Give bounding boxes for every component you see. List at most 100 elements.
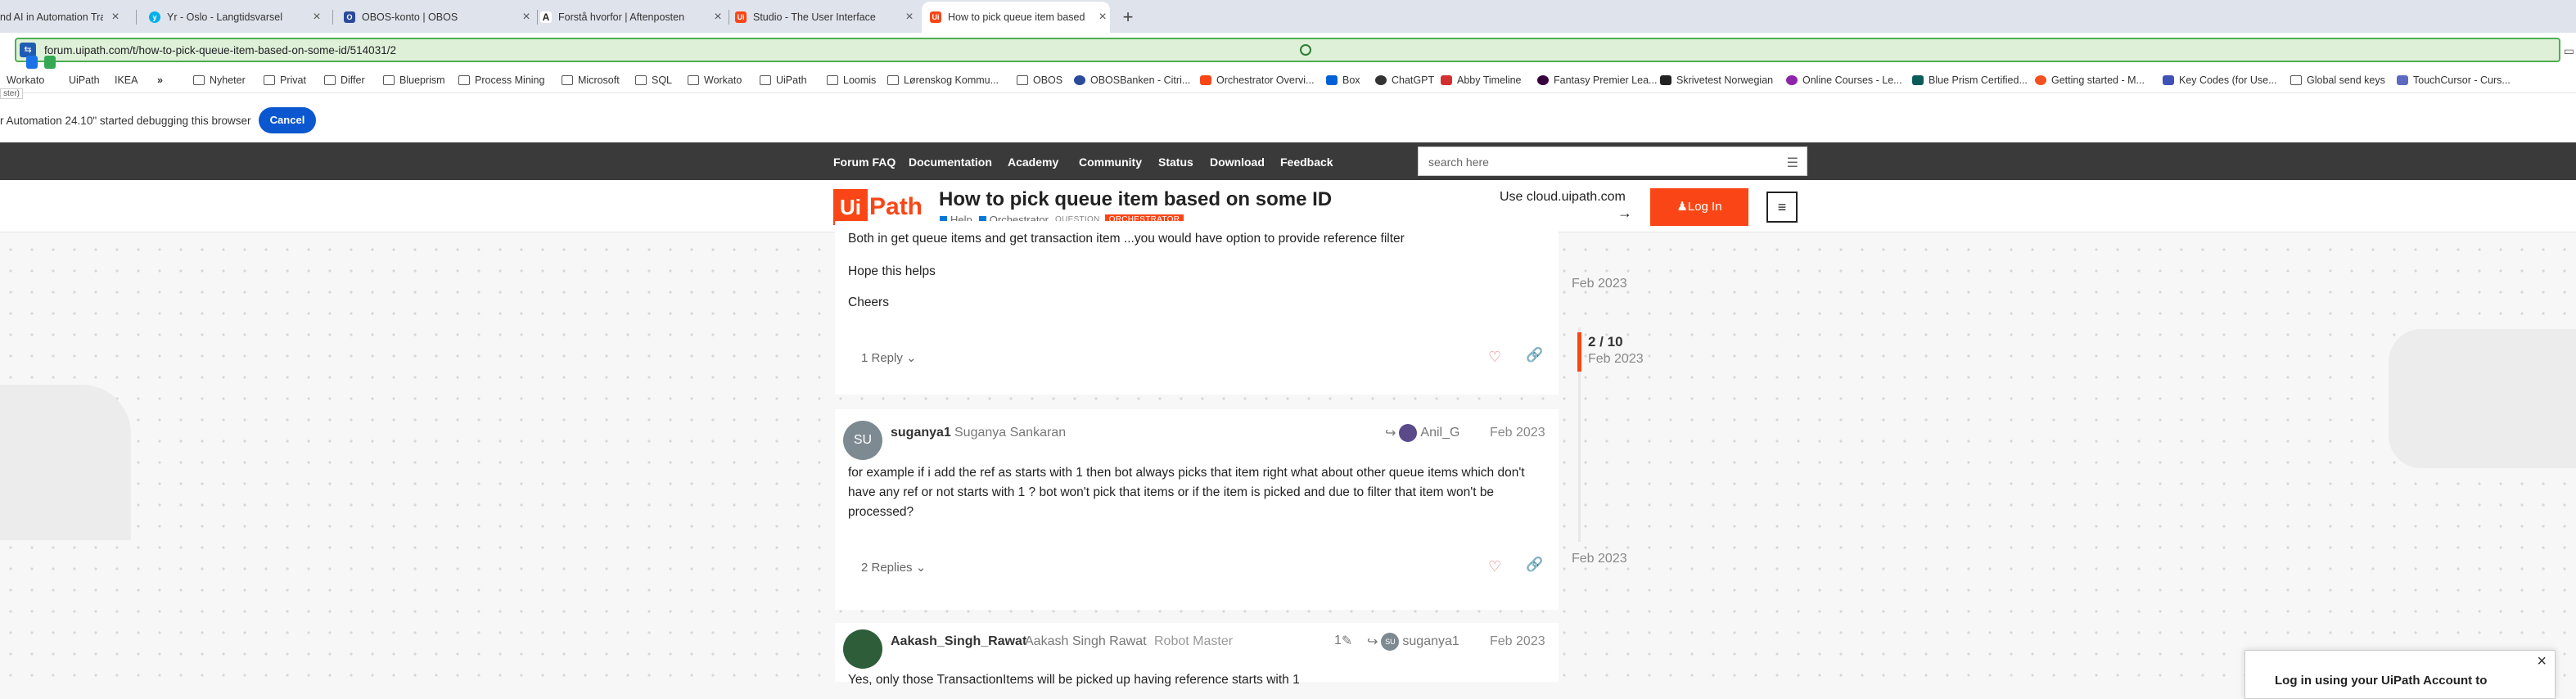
like-icon[interactable]: ♡ (1488, 558, 1501, 575)
folder-icon (324, 75, 336, 85)
folder-icon (688, 75, 699, 85)
address-bar[interactable]: ⇆ forum.uipath.com/t/how-to-pick-queue-i… (15, 38, 2560, 62)
browser-tab[interactable]: O OBOS-konto | OBOS × (344, 3, 534, 31)
nav-academy[interactable]: Academy (1008, 156, 1058, 169)
post-date[interactable]: Feb 2023 (1490, 426, 1545, 440)
browser-tab-active[interactable]: Ui How to pick queue item based × (922, 2, 1110, 33)
bookmark-item[interactable]: Orchestrator Overvi... (1200, 74, 1314, 86)
close-icon[interactable]: × (711, 10, 725, 25)
close-icon[interactable]: × (108, 10, 123, 25)
reply-to-indicator[interactable]: ↪ SU suganya1 (1367, 633, 1459, 651)
url-text[interactable]: forum.uipath.com/t/how-to-pick-queue-ite… (44, 44, 396, 56)
edit-history-indicator[interactable]: 1 ✎ (1334, 633, 1352, 649)
close-icon[interactable]: × (1095, 10, 1110, 25)
hamburger-menu-icon[interactable]: ≡ (1766, 192, 1798, 223)
timeline-end-date[interactable]: Feb 2023 (1572, 552, 1627, 566)
close-icon[interactable]: × (902, 10, 917, 25)
post-username[interactable]: suganya1 (891, 426, 951, 440)
nav-feedback[interactable]: Feedback (1280, 156, 1333, 169)
avatar: SU (1381, 633, 1400, 651)
browser-tab[interactable]: Ui Studio - The User Interface × (735, 3, 917, 31)
share-link-icon[interactable]: 🔗 (1526, 557, 1543, 573)
new-tab-button[interactable]: + (1117, 7, 1139, 28)
bookmark-label: Workato (704, 74, 742, 86)
avatar[interactable]: SU (843, 421, 882, 460)
bookmark-item[interactable]: TouchCursor - Curs... (2397, 74, 2511, 86)
browser-tab[interactable]: y Yr - Oslo - Langtidsvarsel × (149, 3, 324, 31)
bookmark-item[interactable]: IKEA (115, 74, 138, 86)
bookmark-folder[interactable]: Microsoft (562, 74, 620, 86)
post-username[interactable]: Aakash_Singh_Rawat (891, 634, 1026, 649)
bookmark-item[interactable]: Workato (7, 74, 44, 86)
bookmark-folder[interactable]: OBOS (1017, 74, 1062, 86)
share-link-icon[interactable]: 🔗 (1526, 347, 1543, 363)
bookmark-folder[interactable]: Workato (688, 74, 742, 86)
bookmark-folder[interactable]: Differ (324, 74, 365, 86)
nav-community[interactable]: Community (1079, 156, 1142, 169)
arrow-right-icon[interactable]: → (1617, 205, 1632, 222)
browser-tab[interactable]: A Forstå hvorfor | Aftenposten × (540, 3, 725, 31)
timeline-start-date[interactable]: Feb 2023 (1572, 277, 1627, 291)
nav-documentation[interactable]: Documentation (909, 156, 992, 169)
bookmark-item[interactable]: Abby Timeline (1441, 74, 1522, 86)
bookmark-folder[interactable]: UiPath (760, 74, 807, 86)
timeline-handle[interactable] (1577, 332, 1581, 372)
bookmark-label: Loomis (843, 74, 877, 86)
tab-label: nd AI in Automation Trai (0, 11, 103, 23)
folder-icon (635, 75, 647, 85)
nav-forum-faq[interactable]: Forum FAQ (833, 156, 896, 169)
bookmark-folder[interactable]: Lørenskog Kommu... (887, 74, 999, 86)
obos-bank-icon (1074, 75, 1085, 85)
forum-search-input[interactable]: search here ☰ (1418, 147, 1807, 176)
reply-to-indicator[interactable]: ↪ Anil_G (1385, 424, 1459, 442)
login-button[interactable]: ♟Log In (1650, 188, 1748, 226)
search-options-icon[interactable]: ☰ (1787, 155, 1798, 171)
debugging-message: r Automation 24.10" started debugging th… (0, 115, 251, 127)
nav-download[interactable]: Download (1210, 156, 1265, 169)
close-icon[interactable]: × (309, 10, 324, 25)
bookmark-item[interactable]: ChatGPT (1375, 74, 1434, 86)
bookmark-item[interactable]: Fantasy Premier Lea... (1537, 74, 1657, 86)
bookmark-folder[interactable]: Loomis (827, 74, 876, 86)
bookmark-item[interactable]: OBOSBanken - Citri... (1074, 74, 1190, 86)
bookmark-folder[interactable]: Global send keys (2290, 74, 2385, 86)
bookmark-folder[interactable]: Blueprism (383, 74, 445, 86)
browser-tab[interactable]: nd AI in Automation Trai × (0, 3, 123, 31)
bookmark-folder[interactable]: Privat (264, 74, 306, 86)
bookmark-folder[interactable]: Nyheter (193, 74, 246, 86)
bookmark-label: Orchestrator Overvi... (1216, 74, 1315, 86)
show-replies-button[interactable]: 2 Replies ⌄ (861, 560, 926, 575)
bookmark-item[interactable]: Skrivetest Norwegian (1660, 74, 1773, 86)
bookmark-item[interactable]: UiPath (69, 74, 100, 86)
extension-badge-icon[interactable] (26, 56, 38, 69)
use-cloud-link[interactable]: Use cloud.uipath.com (1500, 190, 1626, 205)
side-panel-icon[interactable]: ▭ (2564, 44, 2574, 58)
bookmark-item[interactable]: Box (1326, 74, 1360, 86)
post: SU suganya1 Suganya Sankaran ↪ Anil_G Fe… (835, 409, 1559, 610)
tab-label: OBOS-konto | OBOS (362, 11, 458, 23)
bookmarks-overflow-button[interactable]: » (157, 74, 163, 86)
bookmark-folder[interactable]: Process Mining (458, 74, 544, 86)
bookmark-item[interactable]: Getting started - M... (2035, 74, 2145, 86)
close-icon[interactable]: × (2537, 652, 2547, 671)
folder-icon (1017, 75, 1028, 85)
close-icon[interactable]: × (519, 10, 534, 25)
tab-divider (332, 10, 333, 25)
topic-title[interactable]: How to pick queue item based on some ID (939, 188, 1332, 211)
bookmark-item[interactable]: Blue Prism Certified... (1912, 74, 2028, 86)
post: Both in get queue items and get transact… (835, 221, 1559, 395)
post-user-title: Robot Master (1154, 634, 1234, 648)
like-icon[interactable]: ♡ (1488, 349, 1501, 366)
extension-badge-icon[interactable] (44, 56, 56, 69)
bookmark-label: Getting started - M... (2051, 74, 2145, 86)
chevron-down-icon: ⌄ (915, 561, 927, 575)
post-date[interactable]: Feb 2023 (1490, 634, 1545, 649)
bookmark-item[interactable]: Online Courses - Le... (1786, 74, 1902, 86)
nav-status[interactable]: Status (1158, 156, 1193, 169)
show-replies-button[interactable]: 1 Reply ⌄ (861, 350, 917, 365)
cancel-debugging-button[interactable]: Cancel (259, 107, 316, 133)
avatar[interactable] (843, 629, 882, 669)
post-text: Cheers (848, 295, 889, 309)
bookmark-folder[interactable]: SQL (635, 74, 672, 86)
bookmark-item[interactable]: Key Codes (for Use... (2163, 74, 2277, 86)
